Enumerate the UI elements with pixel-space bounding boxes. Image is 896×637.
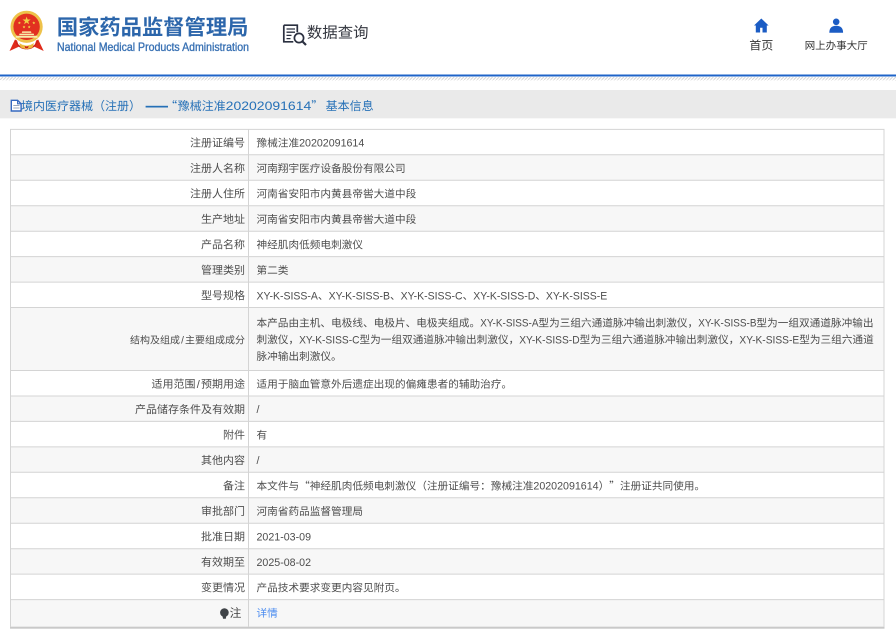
svg-text:20202091614: 20202091614 [533,481,598,493]
svg-text:20202091614: 20202091614 [226,99,312,113]
svg-text:XY-K-SISS-A: XY-K-SISS-A [480,318,539,330]
svg-text:National Medical Products Admi: National Medical Products Administration [57,40,249,54]
svg-text:XY-K-SISS-D: XY-K-SISS-D [473,290,535,302]
svg-text:XY-K-SISS-E: XY-K-SISS-E [546,290,607,302]
svg-text:XY-K-SISS-C: XY-K-SISS-C [401,290,463,302]
svg-text:XY-K-SISS-A: XY-K-SISS-A [257,290,319,302]
svg-text:XY-K-SISS-C: XY-K-SISS-C [299,334,360,346]
svg-text:2025-08-02: 2025-08-02 [257,557,312,569]
svg-text:XY-K-SISS-B: XY-K-SISS-B [329,290,390,302]
svg-text:XY-K-SISS-D: XY-K-SISS-D [519,334,580,346]
svg-text:XY-K-SISS-B: XY-K-SISS-B [698,318,756,330]
svg-text:XY-K-SISS-E: XY-K-SISS-E [739,334,799,346]
svg-text:2021-03-09: 2021-03-09 [257,532,312,544]
svg-text:/: / [181,336,184,347]
svg-text:20202091614: 20202091614 [299,138,364,150]
svg-text:/: / [257,404,260,416]
svg-text:/: / [257,455,260,467]
